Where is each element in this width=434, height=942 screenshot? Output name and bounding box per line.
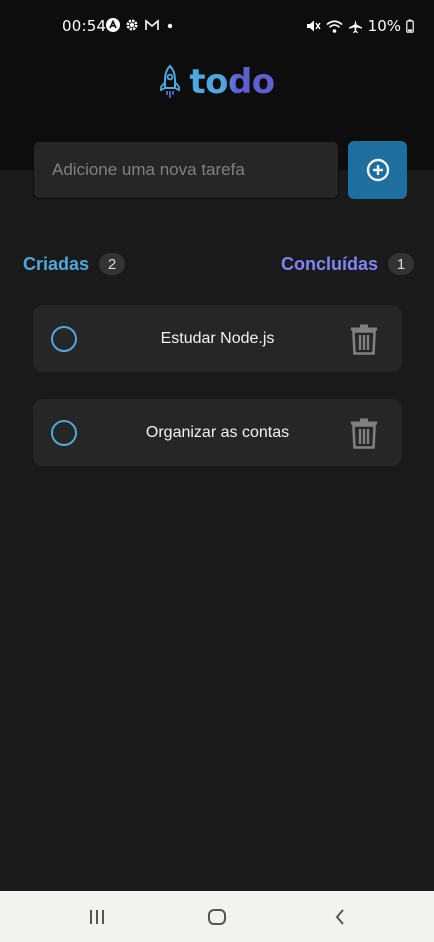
home-icon — [208, 909, 226, 925]
done-count-badge: 1 — [388, 253, 414, 275]
created-counter: Criadas 2 — [23, 253, 126, 275]
add-task-button[interactable] — [348, 141, 407, 199]
status-system-icons: 10% — [305, 17, 414, 35]
task-check-circle[interactable] — [51, 420, 77, 446]
status-bar: 00:54 10% — [0, 0, 434, 52]
status-notification-icons — [106, 18, 175, 32]
delete-task-button[interactable] — [349, 416, 379, 450]
app-logo: todo — [0, 60, 434, 104]
recent-apps-button[interactable] — [85, 905, 109, 929]
battery-level: 10% — [367, 17, 401, 35]
settings-gear-icon — [126, 19, 138, 31]
task-item: Estudar Node.js — [33, 305, 402, 372]
back-button[interactable] — [328, 905, 352, 929]
mail-icon — [145, 19, 159, 30]
mute-icon — [306, 20, 321, 32]
created-count-badge: 2 — [99, 253, 126, 275]
new-task-input[interactable] — [33, 141, 339, 199]
done-counter: Concluídas 1 — [281, 253, 414, 275]
app-screen: 00:54 10% todo Adicione uma nova tarefa … — [0, 0, 434, 942]
trash-icon — [351, 324, 377, 355]
app-notification-icon — [106, 18, 120, 32]
battery-icon — [406, 19, 414, 33]
dot-icon — [167, 23, 173, 29]
created-label: Criadas — [23, 253, 90, 274]
rocket-icon — [160, 64, 181, 98]
task-check-circle[interactable] — [51, 326, 77, 352]
wifi-icon — [326, 19, 343, 33]
task-text: Organizar as contas — [145, 423, 290, 441]
system-nav-bar — [0, 891, 434, 942]
trash-icon — [351, 418, 377, 449]
plus-circle-icon — [366, 158, 389, 182]
done-label: Concluídas — [280, 253, 378, 274]
task-item: Organizar as contas — [33, 399, 402, 466]
back-icon — [335, 909, 344, 925]
recent-apps-icon — [90, 910, 104, 924]
home-button[interactable] — [205, 905, 229, 929]
delete-task-button[interactable] — [349, 322, 379, 356]
task-text: Estudar Node.js — [160, 329, 275, 347]
airplane-icon — [348, 19, 362, 33]
logo-text: todo — [189, 62, 275, 102]
status-time: 00:54 — [62, 17, 107, 35]
